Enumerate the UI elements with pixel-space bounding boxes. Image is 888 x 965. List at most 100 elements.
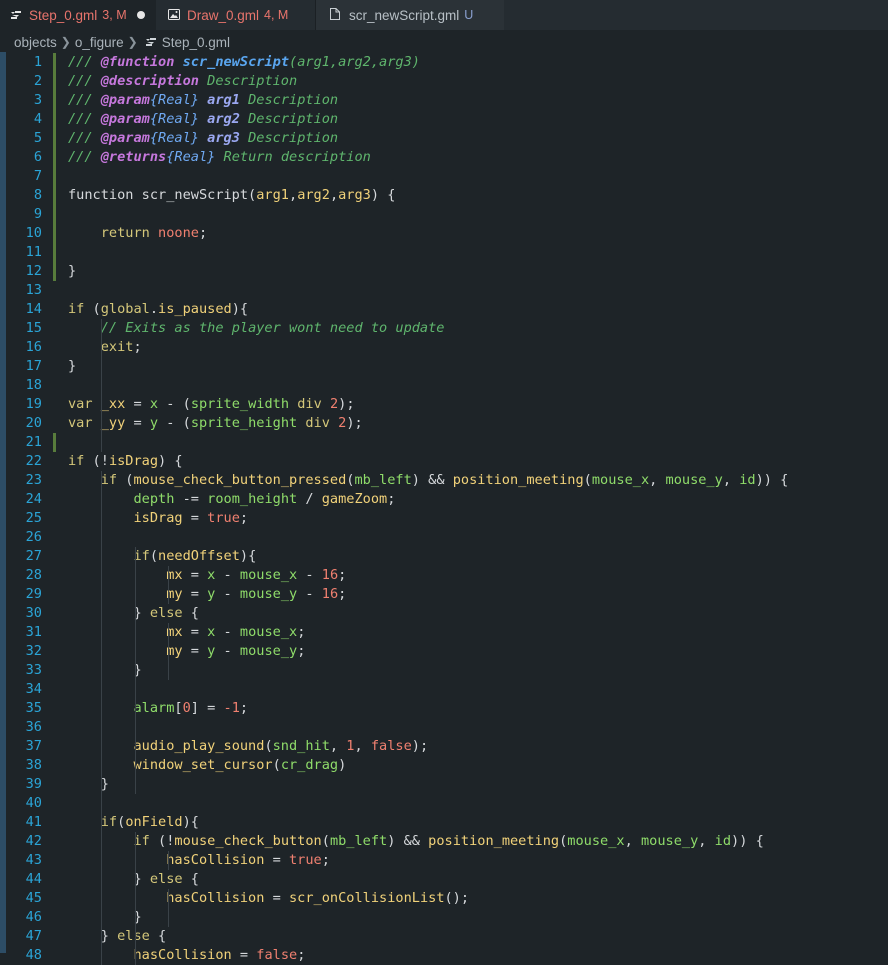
code-line[interactable]: 25 isDrag = true; <box>0 509 888 528</box>
code-line[interactable]: 6 /// @returns{Real} Return description <box>0 147 888 167</box>
code-text: } <box>68 908 141 927</box>
code-line[interactable]: 36 <box>0 718 888 737</box>
code-line[interactable]: 5 /// @param{Real} arg3 Description <box>0 128 888 148</box>
code-text: } else { <box>68 870 199 889</box>
indent-guide <box>101 318 102 452</box>
code-line[interactable]: 20 var _yy = y - (sprite_height div 2); <box>0 414 888 433</box>
code-token: arg1 <box>256 186 289 203</box>
code-line[interactable]: 41 if(onField){ <box>0 813 888 832</box>
code-token: - <box>215 585 240 602</box>
tab-step-0[interactable]: Step_0.gml 3, M <box>0 0 156 30</box>
code-token: Description <box>239 91 339 108</box>
code-token: Description <box>239 110 339 127</box>
code-token: {Real} <box>149 110 199 127</box>
code-line[interactable]: 15 // Exits as the player wont need to u… <box>0 319 888 338</box>
code-token: ) && <box>411 471 453 488</box>
code-token: - ( <box>158 414 191 431</box>
code-token: position_meeting <box>428 832 560 849</box>
breadcrumb-item-objects[interactable]: objects <box>14 35 57 50</box>
code-line[interactable]: 27 if(needOffset){ <box>0 547 888 566</box>
code-line[interactable]: 48 hasCollision = false; <box>0 946 888 965</box>
code-line[interactable]: 16 exit; <box>0 338 888 357</box>
code-line[interactable]: 7 <box>0 166 888 186</box>
code-line[interactable]: 28 mx = x - mouse_x - 16; <box>0 566 888 585</box>
code-line[interactable]: 35 alarm[0] = -1; <box>0 699 888 718</box>
code-token: true <box>289 851 322 868</box>
line-number: 3 <box>33 91 42 108</box>
code-line[interactable]: 17} <box>0 357 888 376</box>
code-token: id <box>739 471 756 488</box>
line-number: 9 <box>33 205 42 222</box>
code-line[interactable]: 11 <box>0 242 888 262</box>
code-text: window_set_cursor(cr_drag) <box>68 756 346 775</box>
breadcrumb-item-o-figure[interactable]: o_figure <box>75 35 124 50</box>
code-line[interactable]: 9 <box>0 204 888 224</box>
code-line[interactable]: 2 /// @description Description <box>0 71 888 91</box>
code-line[interactable]: 8 function scr_newScript(arg1,arg2,arg3) … <box>0 185 888 205</box>
code-line[interactable]: 38 window_set_cursor(cr_drag) <box>0 756 888 775</box>
code-text: /// @description Description <box>68 72 297 91</box>
indent-guide <box>135 831 136 965</box>
code-token: = <box>182 585 208 602</box>
code-line[interactable]: 31 mx = x - mouse_x; <box>0 623 888 642</box>
code-line[interactable]: 26 <box>0 528 888 547</box>
code-token: 16 <box>321 566 339 583</box>
code-text: var _yy = y - (sprite_height div 2); <box>68 414 363 433</box>
code-token: return <box>100 224 150 241</box>
line-number: 10 <box>25 224 42 241</box>
tab-draw-0[interactable]: Draw_0.gml 4, M <box>156 0 316 30</box>
code-token: room_height <box>207 490 298 507</box>
code-token: is_paused <box>158 300 232 317</box>
code-token: /// <box>68 72 101 89</box>
code-token: (); <box>444 889 470 906</box>
code-line[interactable]: 14 if (global.is_paused){ <box>0 300 888 319</box>
code-line[interactable]: 37 audio_play_sound(snd_hit, 1, false); <box>0 737 888 756</box>
code-line[interactable]: 13 <box>0 281 888 300</box>
code-line[interactable]: 1 /// @function scr_newScript(arg1,arg2,a… <box>0 52 888 72</box>
code-line[interactable]: 42 if (!mouse_check_button(mb_left) && p… <box>0 832 888 851</box>
code-line[interactable]: 24 depth -= room_height / gameZoom; <box>0 490 888 509</box>
code-token: /// <box>68 53 101 70</box>
code-text: hasCollision = scr_onCollisionList(); <box>68 889 469 908</box>
code-token: ; <box>239 509 249 526</box>
code-line[interactable]: 45 hasCollision = scr_onCollisionList(); <box>0 889 888 908</box>
code-line[interactable]: 10 return noone; <box>0 223 888 243</box>
code-token: - ( <box>158 395 191 412</box>
line-number: 33 <box>25 661 42 678</box>
code-line[interactable]: 46 } <box>0 908 888 927</box>
breadcrumb-item-file[interactable]: Step_0.gml <box>162 35 230 50</box>
code-line[interactable]: 33 } <box>0 661 888 680</box>
code-text: /// @param{Real} arg2 Description <box>68 110 338 129</box>
code-line[interactable]: 40 <box>0 794 888 813</box>
tab-scr-newscript[interactable]: scr_newScript.gml U <box>316 0 504 30</box>
code-token: - <box>215 642 240 659</box>
unsaved-dot-icon[interactable] <box>136 11 145 19</box>
code-text: hasCollision = true; <box>68 851 330 870</box>
code-line[interactable]: 30 } else { <box>0 604 888 623</box>
code-line[interactable]: 39 } <box>0 775 888 794</box>
code-line[interactable]: 44 } else { <box>0 870 888 889</box>
code-editor[interactable]: 1/// @function scr_newScript(arg1,arg2,a… <box>0 52 888 965</box>
code-line[interactable]: 3 /// @param{Real} arg1 Description <box>0 90 888 110</box>
change-marker <box>53 223 56 243</box>
code-line[interactable]: 12} <box>0 261 888 281</box>
code-line[interactable]: 4 /// @param{Real} arg2 Description <box>0 109 888 129</box>
code-line[interactable]: 29 my = y - mouse_y - 16; <box>0 585 888 604</box>
code-token: ; <box>239 699 249 716</box>
code-line[interactable]: 22 if (!isDrag) { <box>0 452 888 471</box>
code-line[interactable]: 18 <box>0 376 888 395</box>
code-line[interactable]: 43 hasCollision = true; <box>0 851 888 870</box>
code-line[interactable]: 34 <box>0 680 888 699</box>
code-token: = <box>182 623 208 640</box>
code-line[interactable]: 23 if (mouse_check_button_pressed(mb_lef… <box>0 471 888 490</box>
change-marker <box>53 128 56 148</box>
line-number: 27 <box>25 547 42 564</box>
line-number: 22 <box>25 452 42 469</box>
code-line[interactable]: 32 my = y - mouse_y; <box>0 642 888 661</box>
code-line[interactable]: 21 <box>0 432 888 452</box>
code-line[interactable]: 47 } else { <box>0 927 888 946</box>
code-line[interactable]: 19 var _xx = x - (sprite_width div 2); <box>0 395 888 414</box>
